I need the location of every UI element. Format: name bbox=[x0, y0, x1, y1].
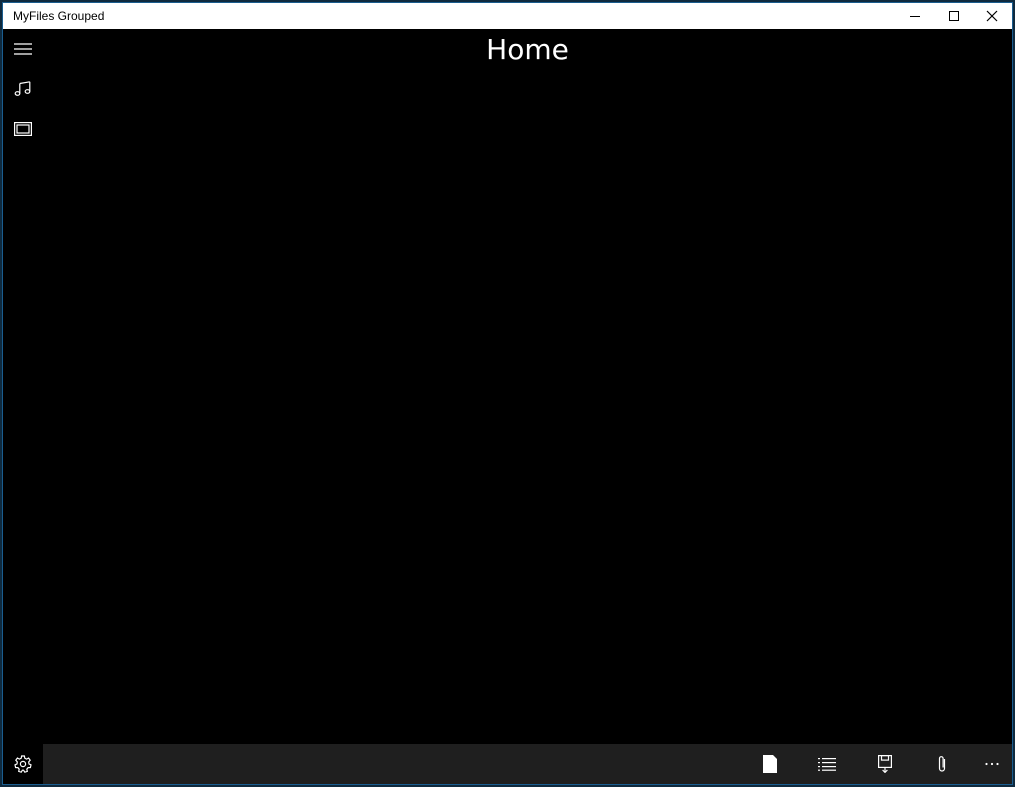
more-icon bbox=[985, 762, 999, 766]
app-title: MyFiles Grouped bbox=[13, 9, 105, 23]
page-title: Home bbox=[486, 33, 569, 66]
music-icon bbox=[14, 81, 31, 96]
list-view-button[interactable] bbox=[807, 744, 847, 784]
close-button[interactable] bbox=[973, 3, 1011, 29]
title-bar[interactable]: MyFiles Grouped bbox=[3, 3, 1012, 29]
command-bar bbox=[43, 744, 1012, 784]
document-icon bbox=[763, 755, 777, 773]
nav-item-music[interactable] bbox=[3, 69, 43, 109]
save-button[interactable] bbox=[865, 744, 905, 784]
minimize-icon bbox=[910, 16, 920, 17]
hamburger-menu-button[interactable] bbox=[3, 29, 43, 69]
video-icon bbox=[14, 122, 32, 136]
gear-icon bbox=[14, 755, 32, 773]
minimize-button[interactable] bbox=[896, 3, 934, 29]
settings-button[interactable] bbox=[3, 744, 43, 784]
hamburger-menu-icon bbox=[14, 43, 32, 55]
list-icon bbox=[818, 758, 836, 771]
app-window: MyFiles Grouped Home bbox=[2, 2, 1013, 785]
more-options-button[interactable] bbox=[972, 744, 1012, 784]
attach-button[interactable] bbox=[922, 744, 962, 784]
paperclip-icon bbox=[938, 756, 946, 772]
close-icon bbox=[986, 10, 998, 22]
navigation-pane bbox=[3, 29, 43, 784]
nav-item-video[interactable] bbox=[3, 109, 43, 149]
maximize-button[interactable] bbox=[935, 3, 973, 29]
save-icon bbox=[878, 755, 892, 773]
maximize-icon bbox=[949, 11, 959, 21]
new-document-button[interactable] bbox=[750, 744, 790, 784]
content-area bbox=[43, 73, 1012, 743]
